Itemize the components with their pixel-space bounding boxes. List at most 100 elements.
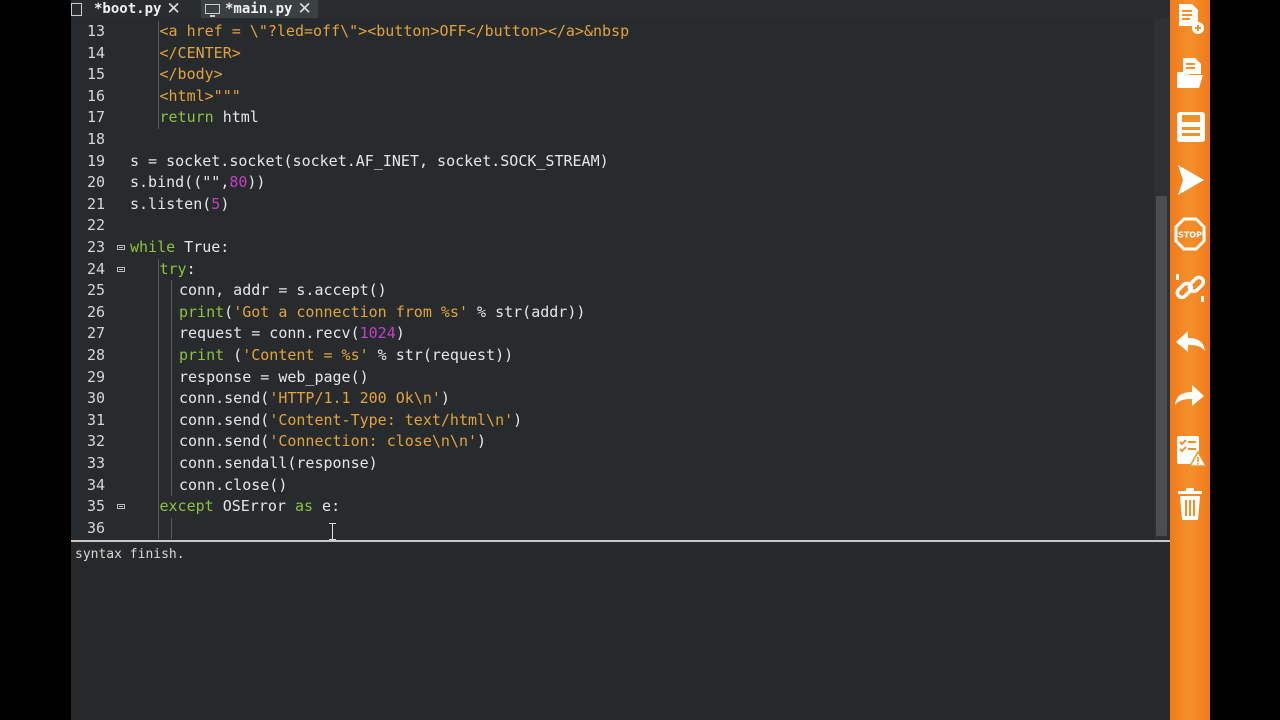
letterbox-left [0, 0, 71, 720]
code-token: ) [513, 410, 523, 429]
code-line[interactable]: 15 </body> [71, 64, 1154, 86]
code-text: request = conn.recv(1024) [179, 323, 405, 345]
code-token: </CENTER> [159, 43, 241, 62]
document-icon [71, 2, 82, 16]
code-line[interactable]: 18 [71, 129, 1154, 151]
code-token: as [294, 497, 314, 516]
line-number: 19 [86, 151, 105, 170]
indent-guide [158, 388, 159, 410]
run-button[interactable] [1173, 160, 1207, 200]
indent-guide [171, 388, 172, 410]
code-token: print [179, 346, 225, 364]
disconnect-button[interactable] [1173, 268, 1207, 308]
code-line[interactable]: 13 <a href = \"?led=off\"><button>OFF</bu… [71, 21, 1154, 43]
code-line[interactable]: 35 except OSError as e: [71, 496, 1154, 518]
indent-guide [158, 474, 159, 497]
code-token: 5 [211, 194, 221, 213]
undo-button[interactable] [1173, 322, 1207, 362]
code-token: conn.close() [179, 475, 288, 494]
redo-button[interactable] [1173, 376, 1207, 416]
indent-guide [171, 323, 172, 345]
code-line[interactable]: 27 request = conn.recv(1024) [71, 323, 1154, 345]
code-line[interactable]: 22 [71, 215, 1154, 237]
code-line[interactable]: 31 conn.send('Content-Type: text/html\n') [71, 409, 1154, 432]
indent-guide [158, 431, 159, 453]
code-token: <html>""" [159, 86, 241, 105]
code-token: 'Content = %s' [242, 346, 369, 364]
code-text: conn.send('HTTP/1.1 200 Ok\n') [179, 388, 450, 410]
fold-collapse-icon[interactable] [117, 245, 125, 250]
new-file-icon [1173, 4, 1207, 44]
code-line[interactable]: 29 response = web_page() [71, 366, 1154, 389]
code-token: conn.sendall(response) [179, 454, 378, 472]
fold-collapse-icon[interactable] [117, 266, 125, 272]
code-line[interactable]: 20 s.bind(("",80)) [71, 172, 1154, 194]
line-number: 33 [86, 454, 105, 472]
indent-guide [171, 366, 172, 389]
code-line[interactable]: 21 s.listen(5) [71, 194, 1154, 216]
code-token: e: [313, 497, 341, 516]
code-line[interactable]: 23 while True: [71, 237, 1154, 259]
indent-guide [171, 453, 172, 475]
fold-collapse-icon[interactable] [117, 504, 125, 510]
indent-guide [158, 517, 159, 540]
svg-text:STOP: STOP [1178, 231, 1202, 240]
tab-label: *boot.py [94, 1, 162, 17]
output-text: syntax finish. [75, 547, 185, 562]
tab-boot-py[interactable]: *boot.py ✕ [71, 0, 181, 18]
tab-main-py[interactable]: *main.py ✕ [201, 0, 318, 18]
code-line[interactable]: 24 try: [71, 258, 1154, 281]
scrollbar-thumb[interactable] [1156, 196, 1167, 536]
line-number: 29 [86, 367, 105, 386]
stop-button[interactable]: STOP [1173, 214, 1207, 254]
code-token: conn.send( [179, 389, 270, 408]
code-line[interactable]: 25 conn, addr = s.accept() [71, 280, 1154, 302]
code-line[interactable]: 30 conn.send('HTTP/1.1 200 Ok\n') [71, 388, 1154, 410]
code-line[interactable]: 19 s = socket.socket(socket.AF_INET, sock… [71, 151, 1154, 173]
syntax-check-button[interactable] [1173, 430, 1208, 470]
code-text: except OSError as e: [160, 496, 341, 518]
save-button[interactable] [1173, 106, 1207, 146]
line-number: 30 [86, 389, 105, 408]
code-line[interactable]: 33 conn.sendall(response) [71, 453, 1154, 475]
code-text: conn.send('Connection: close\n\n') [179, 431, 486, 453]
vertical-scrollbar[interactable] [1154, 18, 1170, 540]
code-text: try: [160, 259, 196, 281]
indent-guide [171, 280, 172, 302]
code-line[interactable]: 36 [71, 517, 1154, 540]
code-line[interactable]: 26 print('Got a connection from %s' % str… [71, 301, 1154, 324]
close-icon[interactable]: ✕ [297, 0, 311, 18]
close-icon[interactable]: ✕ [166, 0, 180, 18]
code-token: print [179, 302, 225, 321]
code-line[interactable]: 32 conn.send('Connection: close\n\n') [71, 431, 1154, 453]
code-line[interactable]: 28 print ('Content = %s' % str(request)) [71, 345, 1154, 367]
undo-icon [1173, 331, 1207, 366]
code-token: 1024 [359, 324, 396, 343]
indent-guide [171, 409, 172, 432]
line-number: 13 [86, 22, 105, 40]
code-editor[interactable]: 13 <a href = \"?led=off\"><button>OFF</bu… [71, 18, 1154, 540]
code-text: </CENTER> [160, 43, 241, 65]
indent-guide [158, 280, 159, 302]
side-toolbar: STOP [1170, 0, 1210, 720]
output-console[interactable]: syntax finish. [71, 542, 1170, 720]
code-token: try [159, 259, 187, 278]
code-text: conn.close() [179, 475, 287, 497]
indent-guide [171, 517, 172, 540]
open-folder-button[interactable] [1173, 52, 1207, 92]
code-token: : [186, 259, 196, 278]
code-line[interactable]: 14 </CENTER> [71, 42, 1154, 65]
stop-icon: STOP [1173, 217, 1207, 258]
code-text: <html>""" [160, 86, 241, 108]
code-line[interactable]: 16 <html>""" [71, 85, 1154, 108]
new-file-button[interactable] [1173, 0, 1207, 40]
code-text: s.bind(("",80)) [130, 172, 265, 194]
code-line[interactable]: 34 conn.close() [71, 474, 1154, 497]
code-text: while True: [130, 237, 229, 259]
clear-button[interactable] [1173, 484, 1207, 524]
code-token: 'Got a connection from %s' [233, 302, 468, 321]
line-number: 18 [86, 130, 105, 148]
tab-label: *main.py [225, 1, 293, 17]
code-line[interactable]: 17 return html [71, 107, 1154, 129]
redo-icon [1173, 385, 1207, 420]
